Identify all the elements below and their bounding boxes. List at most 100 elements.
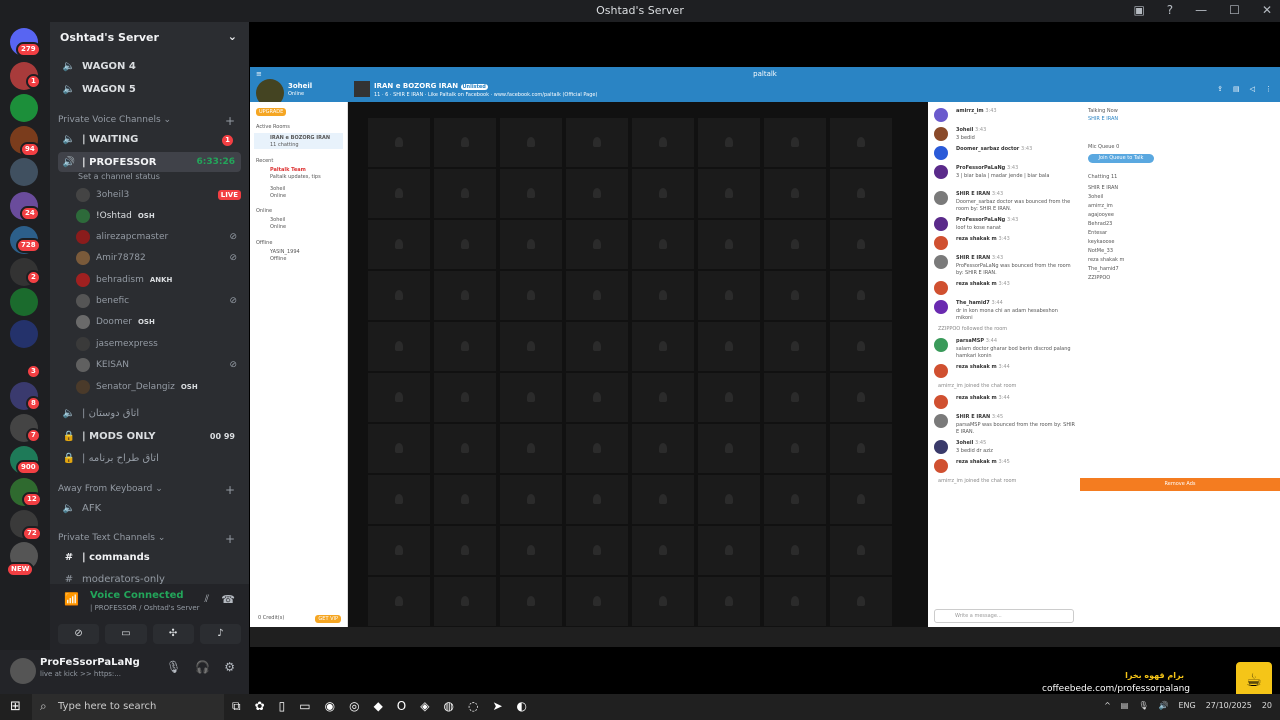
camera-button[interactable]: ⊘ [58,624,100,644]
video-tile[interactable] [368,424,430,473]
chatting-user[interactable]: NotMe_33 [1088,247,1124,256]
voice-channel-wagon4[interactable]: 🔈 WAGON 4 [58,56,241,76]
notification-count[interactable]: 20 [1262,701,1272,710]
recent-item[interactable]: Paltalk Team Paltalk updates, tips [254,166,343,182]
server-icon[interactable] [10,94,38,122]
voice-user[interactable]: alirezapcmaster ⊘ [76,227,241,247]
chatting-user[interactable]: Behrad23 [1088,220,1124,229]
avatar[interactable] [934,236,948,250]
voice-channel-wagon5[interactable]: 🔈 WAGON 5 [58,79,241,99]
video-tile[interactable] [368,220,430,269]
add-channel-icon[interactable]: + [225,114,235,128]
avatar[interactable] [934,255,948,269]
voice-channel-professor[interactable]: 🔊 | PROFESSOR 6:33:26 [58,152,241,172]
avatar[interactable] [10,658,36,684]
video-tile[interactable] [632,373,694,422]
video-tile[interactable] [434,118,496,167]
video-tile[interactable] [830,271,892,320]
server-icon[interactable] [10,158,38,186]
video-tile[interactable] [698,475,760,524]
contact-item[interactable]: YASIN_1994 Offline [254,248,343,264]
close-icon[interactable]: ✕ [1262,3,1272,17]
activities-button[interactable]: ✣ [152,624,194,644]
avatar[interactable] [934,414,948,428]
voice-channel-waiting[interactable]: 🔈 | WAITING 1 [58,129,241,149]
chatting-user[interactable]: SHIR E IRAN [1088,184,1124,193]
avatar[interactable] [934,300,948,314]
category-afk[interactable]: Away From Keyboard ⌄ + [58,483,241,497]
avatar[interactable] [934,217,948,231]
video-tile[interactable] [830,169,892,218]
video-tile[interactable] [830,526,892,575]
video-tile[interactable] [698,424,760,473]
volume-icon[interactable]: ◁ [1250,85,1255,93]
video-tile[interactable] [764,322,826,371]
avatar[interactable] [934,146,948,160]
windows-start-icon[interactable]: ⊞ [10,699,21,714]
video-tile[interactable] [500,271,562,320]
video-tile[interactable] [830,577,892,626]
gear-icon[interactable]: ⚙ [224,660,235,674]
add-channel-icon[interactable]: + [225,483,235,497]
voice-channel-mods-only[interactable]: 🔒 | MODS ONLY 00 99 [58,426,241,446]
chatting-user[interactable]: agajooyee [1088,211,1124,220]
video-tile[interactable] [500,169,562,218]
video-tile[interactable] [632,424,694,473]
inbox-icon[interactable]: ▣ [1133,3,1144,17]
video-tile[interactable] [764,118,826,167]
message-input[interactable]: Write a message... [934,609,1074,623]
app-icon[interactable]: ◆ [374,699,383,714]
avatar[interactable] [934,191,948,205]
video-tile[interactable] [566,271,628,320]
video-tile[interactable] [500,373,562,422]
clock-date[interactable]: 27/10/2025 [1206,701,1252,710]
video-tile[interactable] [434,475,496,524]
chatting-user[interactable]: Entesar [1088,229,1124,238]
video-tile[interactable] [764,373,826,422]
video-tile[interactable] [764,475,826,524]
recent-item[interactable]: 3oheil Online [254,185,343,201]
video-tile[interactable] [434,220,496,269]
contact-item[interactable]: 3oheil Online [254,216,343,232]
screen-share-button[interactable]: ▭ [105,624,147,644]
join-queue-button[interactable]: Join Queue to Talk [1088,154,1154,163]
voice-location[interactable]: | PROFESSOR / Oshtad's Server [90,604,200,612]
app-icon[interactable]: ◌ [468,699,478,714]
video-tile[interactable] [764,169,826,218]
video-tile[interactable] [500,220,562,269]
microphone-icon[interactable]: 🎙 [1138,701,1148,710]
video-tile[interactable] [764,220,826,269]
avatar[interactable] [934,127,948,141]
voice-user[interactable]: !Oshtad OSH [76,206,241,226]
voice-user[interactable]: jasemexpress [76,334,241,354]
video-tile[interactable] [368,271,430,320]
video-tile[interactable] [566,118,628,167]
video-tile[interactable] [764,271,826,320]
video-tile[interactable] [632,322,694,371]
avatar[interactable] [934,459,948,473]
talking-user[interactable]: SHIR E IRAN [1088,116,1118,122]
chatting-user[interactable]: 3oheil [1088,193,1124,202]
chatting-user[interactable]: amirrz_im [1088,202,1124,211]
category-private-voice[interactable]: Private Voice Channels ⌄ + [58,114,241,128]
chatting-user[interactable]: reza shakak m [1088,256,1124,265]
voice-user[interactable]: benefic ⊘ [76,291,241,311]
telegram-icon[interactable]: ➤ [492,699,502,714]
voice-channel-designers[interactable]: 🔒 | اتاق طراح برنامه [58,448,241,468]
folder-icon[interactable]: ▭ [299,699,310,714]
video-tile[interactable] [830,118,892,167]
video-tile[interactable] [830,373,892,422]
video-tile[interactable] [632,271,694,320]
add-channel-icon[interactable]: + [225,532,235,546]
share-icon[interactable]: ⇪ [1217,85,1223,93]
video-tile[interactable] [368,118,430,167]
video-tile[interactable] [698,526,760,575]
video-tile[interactable] [368,322,430,371]
video-tile[interactable] [632,220,694,269]
text-channel-commands[interactable]: # | commands [58,547,241,567]
signal-icon[interactable]: 📶 [64,592,79,606]
video-tile[interactable] [566,424,628,473]
language-indicator[interactable]: ENG [1178,701,1195,710]
video-tile[interactable] [500,322,562,371]
category-private-text[interactable]: Private Text Channels ⌄ + [58,532,241,546]
